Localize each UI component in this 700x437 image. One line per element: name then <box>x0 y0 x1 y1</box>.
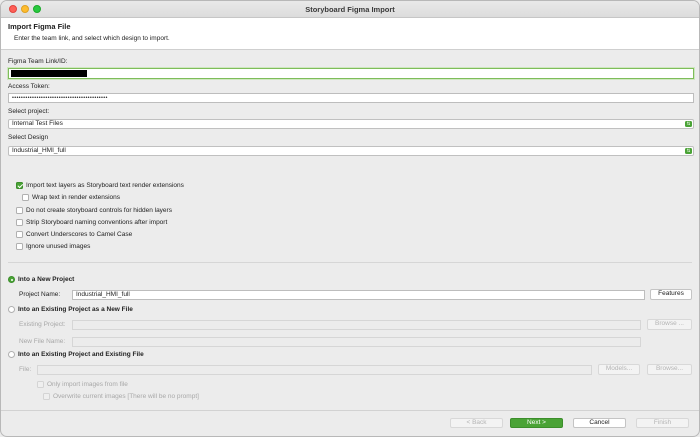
wrap-text-label: Wrap text in render extensions <box>32 194 121 201</box>
access-token-input[interactable]: ••••••••••••••••••••••••••••••••••••••••… <box>8 93 694 103</box>
models-button[interactable]: Models... <box>598 364 640 375</box>
access-token-label: Access Token: <box>8 83 50 90</box>
select-arrows-icon: ⇅ <box>685 148 692 154</box>
team-link-input[interactable] <box>8 68 694 79</box>
overwrite-images-label: Overwrite current images [There will be … <box>53 393 199 400</box>
existing-project-new-file-radio[interactable] <box>8 306 15 313</box>
existing-project-new-file-label: Into an Existing Project as a New File <box>18 306 133 313</box>
file-input[interactable] <box>37 365 592 375</box>
section-divider <box>8 262 692 263</box>
project-name-input[interactable]: Industrial_HMI_full <box>72 290 645 300</box>
ignore-unused-label: Ignore unused images <box>26 243 91 250</box>
file-label: File: <box>19 366 32 373</box>
back-button[interactable]: < Back <box>450 418 503 428</box>
finish-button[interactable]: Finish <box>636 418 689 428</box>
ignore-unused-checkbox[interactable] <box>16 243 23 250</box>
page-subtitle: Enter the team link, and select which de… <box>14 35 170 42</box>
redacted-value-block <box>11 70 87 77</box>
footer-divider <box>1 410 699 411</box>
existing-project-input[interactable] <box>72 320 641 330</box>
dialog-header: Import Figma File Enter the team link, a… <box>1 18 699 50</box>
features-button[interactable]: Features <box>650 289 692 300</box>
camel-case-checkbox[interactable] <box>16 231 23 238</box>
project-select-label: Select project: <box>8 108 50 115</box>
project-select[interactable]: Internal Test Files ⇅ <box>8 119 694 129</box>
design-select-label: Select Design <box>8 134 49 141</box>
page-title: Import Figma File <box>8 22 71 31</box>
new-file-name-label: New File Name: <box>19 338 66 345</box>
window-title: Storyboard Figma Import <box>305 5 395 14</box>
strip-naming-checkbox[interactable] <box>16 219 23 226</box>
hidden-layers-checkbox[interactable] <box>16 207 23 214</box>
new-project-label: Into a New Project <box>18 276 75 283</box>
existing-project-existing-file-radio[interactable] <box>8 351 15 358</box>
wrap-text-checkbox[interactable] <box>22 194 29 201</box>
existing-project-browse-button[interactable]: Browse ... <box>647 319 692 330</box>
overwrite-images-checkbox[interactable] <box>43 393 50 400</box>
title-bar[interactable]: Storyboard Figma Import <box>1 1 699 18</box>
next-button[interactable]: Next > <box>510 418 563 428</box>
design-select[interactable]: Industrial_HMI_full ⇅ <box>8 146 694 156</box>
import-dialog-window: Storyboard Figma Import Import Figma Fil… <box>0 0 700 437</box>
only-import-images-label: Only import images from file <box>47 381 128 388</box>
project-name-label: Project Name: <box>19 291 61 298</box>
cancel-button[interactable]: Cancel <box>573 418 626 428</box>
import-text-layers-label: Import text layers as Storyboard text re… <box>26 182 184 189</box>
existing-project-existing-file-label: Into an Existing Project and Existing Fi… <box>18 351 144 358</box>
new-file-name-input[interactable] <box>72 337 641 347</box>
hidden-layers-label: Do not create storyboard controls for hi… <box>26 207 172 214</box>
team-link-label: Figma Team Link/ID: <box>8 58 68 65</box>
only-import-images-checkbox[interactable] <box>37 381 44 388</box>
design-select-value: Industrial_HMI_full <box>12 147 66 154</box>
file-browse-button[interactable]: Browse... <box>647 364 692 375</box>
existing-project-label: Existing Project: <box>19 321 66 328</box>
import-text-layers-checkbox[interactable] <box>16 182 23 189</box>
strip-naming-label: Strip Storyboard naming conventions afte… <box>26 219 168 226</box>
select-arrows-icon: ⇅ <box>685 121 692 127</box>
new-project-radio[interactable] <box>8 276 15 283</box>
camel-case-label: Convert Underscores to Camel Case <box>26 231 133 238</box>
project-select-value: Internal Test Files <box>12 120 63 127</box>
